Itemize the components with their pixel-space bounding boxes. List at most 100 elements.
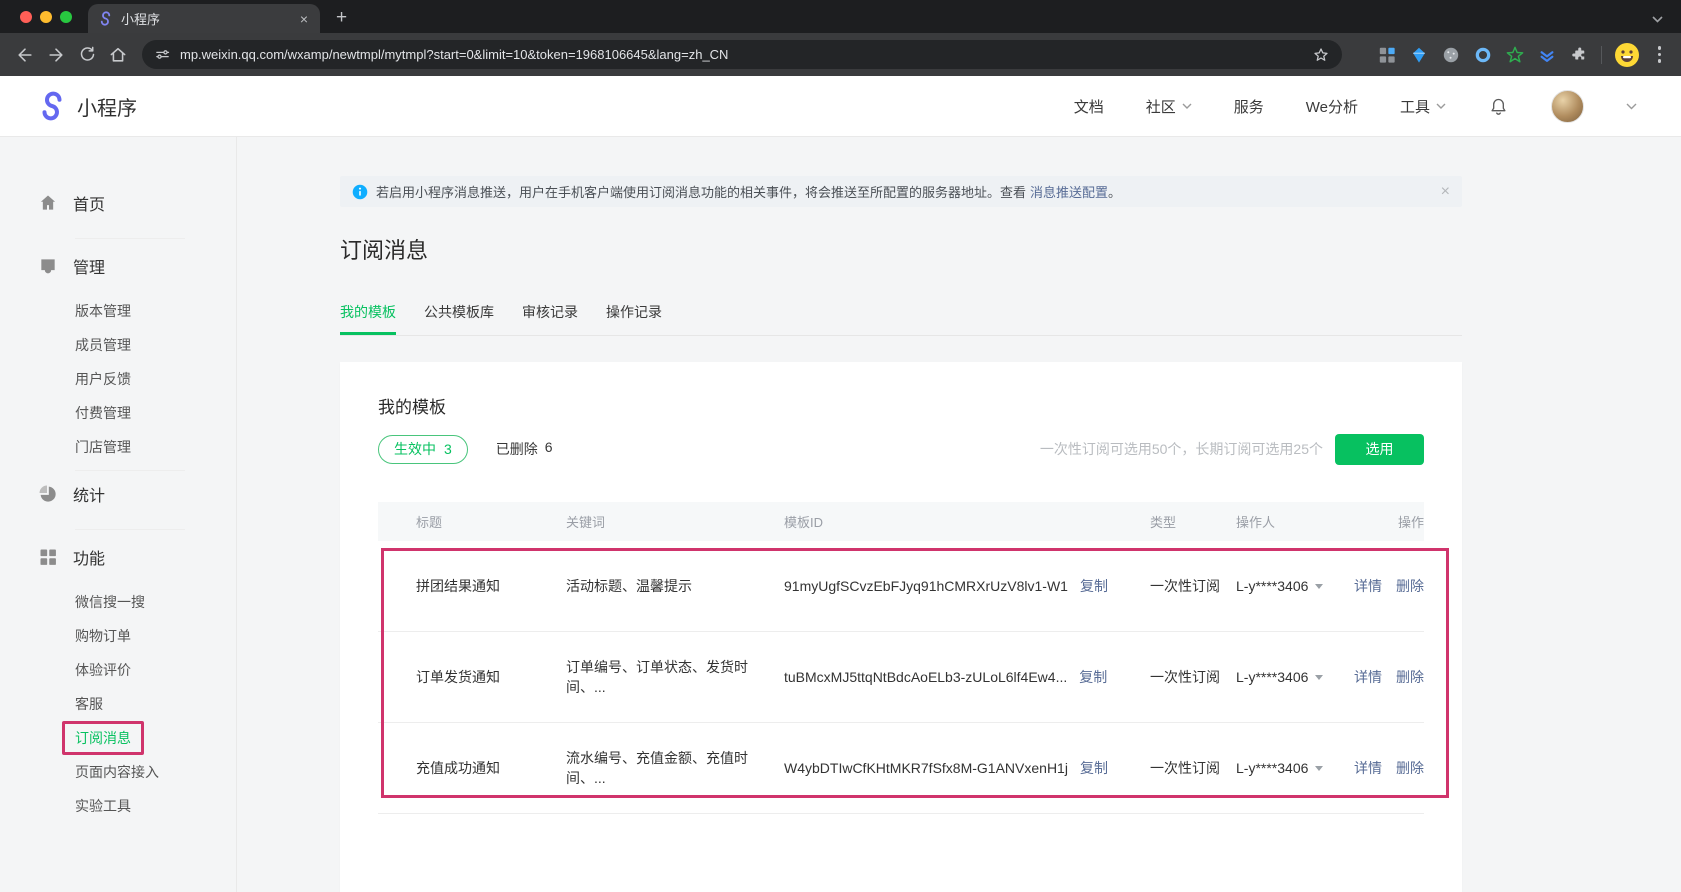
nav-item-community[interactable]: 社区 bbox=[1146, 96, 1192, 117]
window-minimize-button[interactable] bbox=[40, 11, 52, 23]
browser-tab[interactable]: 小程序 × bbox=[88, 4, 320, 33]
browser-profile-avatar[interactable] bbox=[1614, 42, 1640, 68]
cell-keywords: 订单编号、订单状态、发货时间、... bbox=[566, 657, 784, 697]
tab-search-chevron-icon[interactable] bbox=[1652, 16, 1663, 23]
cell-template-id: 91myUgfSCvzEbFJyq91hCMRXrUzV8lv1-W1... bbox=[784, 578, 1068, 594]
sidebar-item-feedback[interactable]: 用户反馈 bbox=[75, 367, 236, 391]
nav-item-tools[interactable]: 工具 bbox=[1400, 96, 1446, 117]
tab-public-library[interactable]: 公共模板库 bbox=[424, 302, 494, 335]
miniprogram-logo[interactable]: 小程序 bbox=[37, 91, 137, 121]
cell-keywords: 流水编号、充值金额、充值时间、... bbox=[566, 748, 784, 788]
header-actions: 操作 bbox=[1398, 512, 1424, 531]
banner-close-icon[interactable]: × bbox=[1441, 184, 1450, 200]
detail-link[interactable]: 详情 bbox=[1354, 758, 1382, 778]
window-controls bbox=[0, 11, 88, 33]
delete-link[interactable]: 删除 bbox=[1396, 576, 1424, 596]
window-zoom-button[interactable] bbox=[60, 11, 72, 23]
sidebar-section-features[interactable]: 功能 bbox=[0, 545, 236, 569]
back-button[interactable] bbox=[12, 42, 38, 68]
operator-value: L-y****3406 bbox=[1236, 669, 1308, 685]
page-title: 订阅消息 bbox=[340, 233, 1462, 265]
info-banner: 若启用小程序消息推送，用户在手机客户端使用订阅消息功能的相关事件，将会推送至所配… bbox=[340, 176, 1462, 207]
sidebar-item-experiment-tools[interactable]: 实验工具 bbox=[75, 794, 236, 818]
operator-dropdown[interactable]: L-y****3406 bbox=[1236, 669, 1354, 685]
sidebar-manage-list: 版本管理 成员管理 用户反馈 付费管理 门店管理 bbox=[0, 299, 236, 459]
copy-link[interactable]: 复制 bbox=[1080, 576, 1108, 596]
sidebar-item-experience-review[interactable]: 体验评价 bbox=[75, 658, 236, 682]
new-tab-button[interactable]: + bbox=[336, 8, 347, 27]
sidebar-section-stats[interactable]: 统计 bbox=[0, 482, 236, 506]
sidebar-item-version[interactable]: 版本管理 bbox=[75, 299, 236, 323]
extension-grid-icon[interactable] bbox=[1377, 45, 1397, 65]
forward-button[interactable] bbox=[43, 42, 69, 68]
tab-close-icon[interactable]: × bbox=[298, 12, 310, 26]
account-chevron-icon[interactable] bbox=[1626, 103, 1637, 110]
nav-item-services[interactable]: 服务 bbox=[1234, 96, 1264, 117]
operator-value: L-y****3406 bbox=[1236, 760, 1308, 776]
site-info-icon[interactable] bbox=[154, 46, 171, 63]
sidebar-item-payment[interactable]: 付费管理 bbox=[75, 401, 236, 425]
operator-dropdown[interactable]: L-y****3406 bbox=[1236, 760, 1354, 776]
url-text: mp.weixin.qq.com/wxamp/newtmpl/mytmpl?st… bbox=[180, 47, 1304, 62]
annotation-box-sidebar: 订阅消息 bbox=[62, 721, 144, 755]
banner-config-link[interactable]: 消息推送配置 bbox=[1030, 182, 1108, 201]
top-navigation: 文档 社区 服务 We分析 工具 bbox=[1074, 90, 1637, 123]
body-area: 首页 管理 版本管理 成员管理 用户反馈 付费管理 门店管理 统计 bbox=[0, 137, 1681, 892]
reload-button[interactable] bbox=[74, 42, 100, 68]
nav-item-we-analysis[interactable]: We分析 bbox=[1306, 96, 1358, 117]
nav-item-docs[interactable]: 文档 bbox=[1074, 96, 1104, 117]
detail-link[interactable]: 详情 bbox=[1354, 667, 1382, 687]
extension-star-icon[interactable] bbox=[1505, 45, 1525, 65]
cell-keywords: 活动标题、温馨提示 bbox=[566, 576, 784, 596]
tab-my-templates[interactable]: 我的模板 bbox=[340, 302, 396, 335]
cell-template-id: tuBMcxMJ5ttqNtBdcAoELb3-zULoL6lf4Ew4... bbox=[784, 669, 1067, 685]
sidebar-section-manage[interactable]: 管理 bbox=[0, 254, 236, 278]
filter-active-pill[interactable]: 生效中 3 bbox=[378, 435, 468, 464]
delete-link[interactable]: 删除 bbox=[1396, 758, 1424, 778]
delete-link[interactable]: 删除 bbox=[1396, 667, 1424, 687]
header-template-id: 模板ID bbox=[784, 512, 1150, 531]
extensions-puzzle-icon[interactable] bbox=[1569, 45, 1589, 65]
header-keywords: 关键词 bbox=[566, 512, 784, 531]
sidebar-item-wechat-search[interactable]: 微信搜一搜 bbox=[75, 590, 236, 614]
window-close-button[interactable] bbox=[20, 11, 32, 23]
tab-operation-records[interactable]: 操作记录 bbox=[606, 302, 662, 335]
notification-bell-icon[interactable] bbox=[1488, 96, 1509, 117]
sidebar-item-page-content[interactable]: 页面内容接入 bbox=[75, 760, 236, 784]
cell-template-id: W4ybDTIwCfKHtMKR7fSfx8M-G1ANVxenH1j... bbox=[784, 760, 1068, 776]
sidebar-item-home[interactable]: 首页 bbox=[0, 191, 236, 215]
my-templates-panel: 我的模板 生效中 3 已删除 6 一次性订阅可选用50个，长期订阅可选用25个 … bbox=[340, 362, 1462, 892]
select-button[interactable]: 选用 bbox=[1335, 434, 1424, 465]
detail-link[interactable]: 详情 bbox=[1354, 576, 1382, 596]
copy-link[interactable]: 复制 bbox=[1080, 758, 1108, 778]
extension-layers-icon[interactable] bbox=[1537, 45, 1557, 65]
sidebar-item-customer-service[interactable]: 客服 bbox=[75, 692, 236, 716]
banner-suffix: 。 bbox=[1108, 182, 1121, 201]
sidebar-item-stores[interactable]: 门店管理 bbox=[75, 435, 236, 459]
info-icon bbox=[352, 184, 368, 200]
chevron-down-icon bbox=[1315, 584, 1323, 589]
sidebar-item-subscribe-message[interactable]: 订阅消息 bbox=[75, 726, 236, 750]
cell-title: 订单发货通知 bbox=[378, 667, 566, 687]
bookmark-star-icon[interactable] bbox=[1312, 46, 1330, 64]
sidebar-item-shopping-orders[interactable]: 购物订单 bbox=[75, 624, 236, 648]
sidebar-item-members[interactable]: 成员管理 bbox=[75, 333, 236, 357]
account-avatar[interactable] bbox=[1551, 90, 1584, 123]
extension-ring-icon[interactable] bbox=[1473, 45, 1493, 65]
browser-menu-icon[interactable] bbox=[1652, 44, 1668, 65]
cell-type: 一次性订阅 bbox=[1150, 758, 1236, 778]
chevron-down-icon bbox=[1315, 766, 1323, 771]
operator-dropdown[interactable]: L-y****3406 bbox=[1236, 578, 1354, 594]
filter-deleted[interactable]: 已删除 6 bbox=[496, 439, 553, 459]
inbox-icon bbox=[38, 256, 58, 276]
home-button[interactable] bbox=[105, 42, 131, 68]
chevron-down-icon bbox=[1182, 103, 1192, 109]
sidebar: 首页 管理 版本管理 成员管理 用户反馈 付费管理 门店管理 统计 bbox=[0, 137, 237, 892]
tab-review-records[interactable]: 审核记录 bbox=[522, 302, 578, 335]
address-bar[interactable]: mp.weixin.qq.com/wxamp/newtmpl/mytmpl?st… bbox=[142, 40, 1342, 69]
copy-link[interactable]: 复制 bbox=[1079, 667, 1107, 687]
quota-hint: 一次性订阅可选用50个，长期订阅可选用25个 bbox=[1040, 439, 1323, 459]
extension-globe-icon[interactable] bbox=[1441, 45, 1461, 65]
extension-gem-icon[interactable] bbox=[1409, 45, 1429, 65]
sidebar-divider bbox=[75, 529, 185, 530]
